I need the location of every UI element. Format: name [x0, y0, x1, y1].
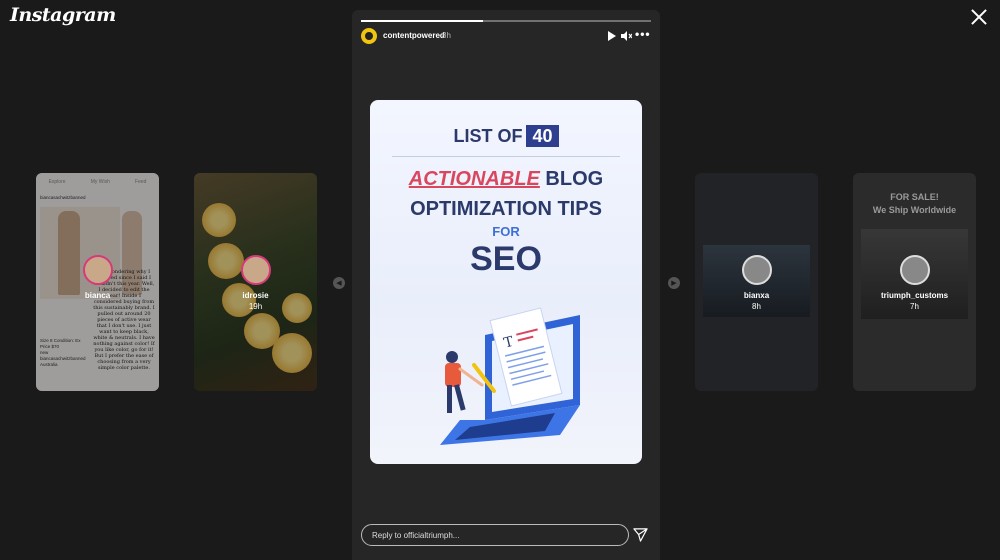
story-preview-bianca[interactable]: Explore My Wish Feed biancasachwitzbanne… [36, 173, 159, 391]
headline-line-5: SEO [470, 240, 542, 278]
instagram-logo[interactable]: Instagram [10, 4, 116, 26]
avatar [741, 255, 772, 285]
story-username[interactable]: contentpowered [383, 31, 445, 40]
headline-text: LIST OF [453, 126, 523, 146]
highlight-word: ACTIONABLE [408, 168, 540, 190]
avatar [240, 255, 271, 285]
avatar [82, 255, 113, 285]
close-icon[interactable] [968, 6, 990, 28]
reply-input[interactable] [361, 524, 629, 546]
divider [392, 156, 620, 157]
story-time: 8h [442, 31, 451, 40]
laptop-illustration: T [440, 307, 580, 445]
headline-line-4: FOR [492, 224, 520, 239]
story-progress-bar [361, 20, 651, 22]
avatar [899, 255, 930, 285]
story-time: 19h [248, 302, 263, 311]
main-story: contentpowered 8h ••• LIST OF 40 ACTIONAB… [352, 10, 660, 560]
story-preview-idrosie[interactable]: idrosie 19h [194, 173, 317, 391]
story-username: idrosie [242, 291, 269, 300]
headline-line-2: ACTIONABLE BLOG [370, 168, 642, 191]
avatar[interactable] [361, 28, 377, 44]
headline-text: BLOG [539, 168, 604, 190]
chevron-right-icon[interactable]: ▶ [668, 277, 680, 289]
headline-line-3: OPTIMIZATION TIPS [410, 198, 602, 220]
number-badge: 40 [526, 125, 559, 147]
story-time: 8h [752, 302, 761, 311]
more-icon[interactable]: ••• [635, 27, 651, 41]
story-content-card: LIST OF 40 ACTIONABLE BLOG OPTIMIZATION T… [370, 100, 642, 464]
story-username: bianca [84, 291, 111, 300]
play-icon[interactable] [608, 31, 616, 41]
story-time: 7h [910, 302, 919, 311]
story-preview-triumph-customs[interactable]: FOR SALE! We Ship Worldwide triumph_cust… [853, 173, 976, 391]
headline-line-1: LIST OF 40 [370, 125, 642, 147]
story-username: triumph_customs [880, 291, 949, 300]
chevron-left-icon[interactable]: ◀ [333, 277, 345, 289]
story-username: bianxa [743, 291, 770, 300]
story-preview-bianxa[interactable]: bianxa 8h [695, 173, 818, 391]
volume-icon[interactable] [620, 30, 632, 42]
send-icon[interactable] [633, 527, 648, 542]
